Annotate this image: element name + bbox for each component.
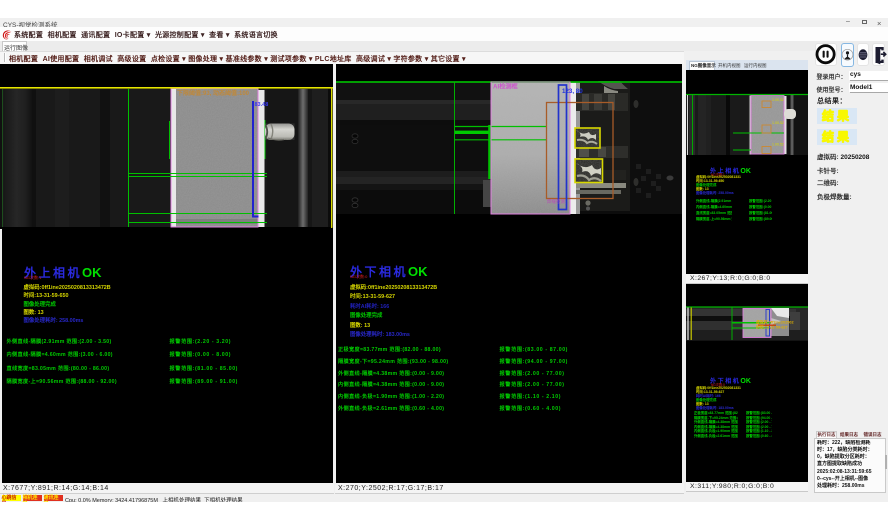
svg-text:123, 80: 123, 80 xyxy=(562,88,583,95)
svg-text:83.48: 83.48 xyxy=(255,102,269,108)
svg-text:虚拟码:0ff1ine202502: 虚拟码:0ff1ine202502 xyxy=(756,320,794,325)
svg-text:1.00,52: 1.00,52 xyxy=(772,143,784,147)
svg-text:AI检测框: AI检测框 xyxy=(493,83,519,91)
svg-text:1.00,52: 1.00,52 xyxy=(772,121,784,125)
svg-text:1.00,52: 1.00,52 xyxy=(772,98,784,102)
svg-text:下限阈值:93, 动态阈值:100: 下限阈值:93, 动态阈值:100 xyxy=(177,89,250,97)
svg-text:时间:13-31-59-627: 时间:13-31-59-627 xyxy=(756,325,788,330)
svg-text:焊缝检测: 焊缝检测 xyxy=(547,198,565,205)
